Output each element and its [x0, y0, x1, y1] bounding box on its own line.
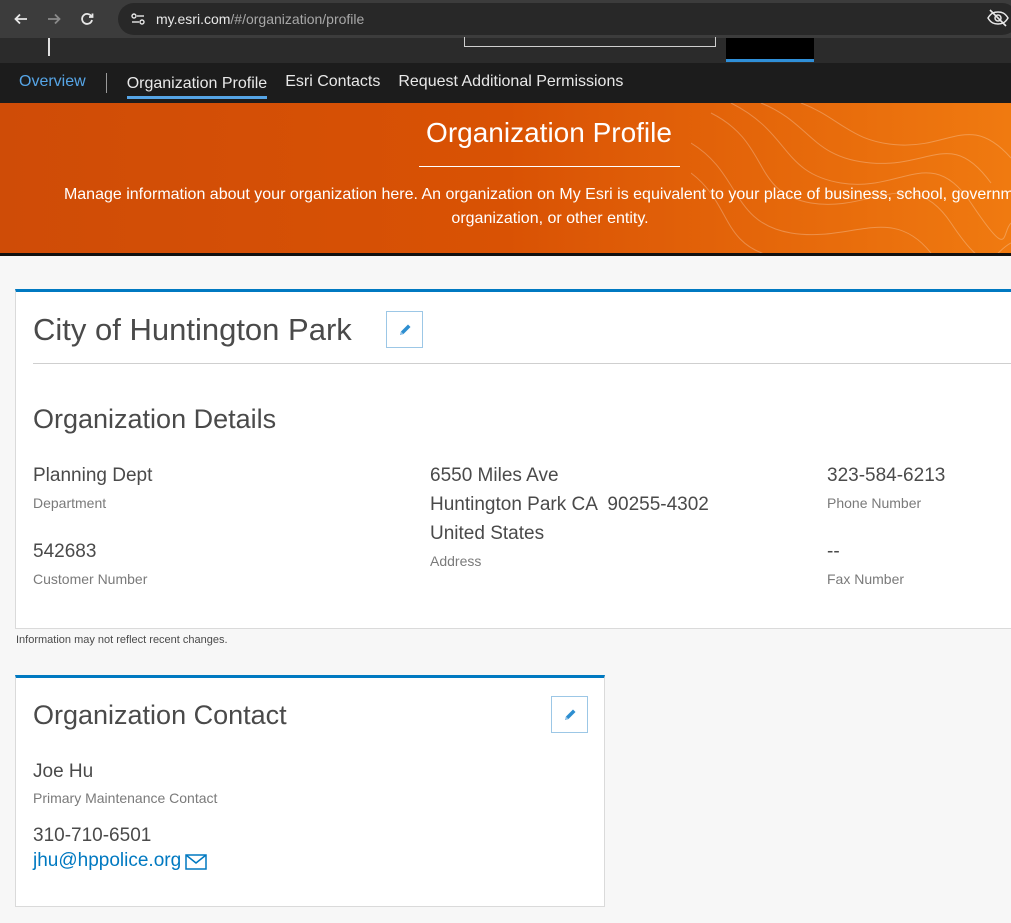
page-title: Organization Profile [426, 117, 672, 148]
organization-contact-title: Organization Contact [33, 700, 287, 730]
nav-organization-profile[interactable]: Organization Profile [126, 65, 268, 99]
contact-name: Joe Hu [33, 761, 94, 782]
mail-icon[interactable] [185, 854, 207, 870]
title-underline [419, 166, 680, 167]
page-description: Manage information about your organizati… [63, 186, 1011, 227]
fax-label: Fax Number [827, 571, 905, 587]
url-host: my.esri.com [156, 11, 231, 27]
site-settings-icon[interactable] [130, 11, 146, 27]
arrow-left-icon [14, 13, 27, 25]
browser-toolbar: my.esri.com/#/organization/profile [0, 0, 1011, 38]
nav-overview[interactable]: Overview [19, 63, 86, 103]
forward-button[interactable] [42, 7, 66, 31]
sub-navigation: Overview Organization Profile Esri Conta… [0, 63, 1011, 103]
contact-phone: 310-710-6501 [33, 825, 152, 846]
phone-value: 323-584-6213 [827, 465, 946, 486]
header-search-box[interactable] [464, 37, 716, 47]
phone-label: Phone Number [827, 495, 922, 511]
info-disclaimer: Information may not reflect recent chang… [16, 634, 228, 646]
fax-value: -- [827, 541, 840, 562]
organization-details-title: Organization Details [33, 404, 277, 434]
address-line1: 6550 Miles Ave [430, 465, 559, 486]
url-path: /#/organization/profile [230, 11, 365, 27]
address-label: Address [430, 553, 482, 569]
header-active-tab[interactable] [726, 38, 814, 62]
url-text: my.esri.com/#/organization/profile [156, 11, 364, 27]
organization-name: City of Huntington Park [33, 312, 352, 347]
contact-role: Primary Maintenance Contact [33, 790, 218, 806]
card-divider [33, 363, 1011, 364]
edit-contact-button[interactable] [551, 696, 588, 733]
nav-request-permissions[interactable]: Request Additional Permissions [398, 63, 623, 103]
contact-email[interactable]: jhu@hppolice.org [33, 850, 181, 872]
organization-contact-card: Organization Contact Joe Hu Primary Main… [15, 675, 605, 907]
address-line3: United States [430, 523, 545, 544]
customer-number-label: Customer Number [33, 571, 148, 587]
site-header-strip [0, 37, 1011, 63]
organization-card: City of Huntington Park Organization Det… [15, 289, 1011, 629]
pencil-icon [399, 324, 410, 335]
department-value: Planning Dept [33, 465, 153, 486]
contact-email-link[interactable]: jhu@hppolice.org [33, 850, 207, 872]
eye-off-icon[interactable] [987, 8, 1009, 28]
department-label: Department [33, 495, 107, 511]
address-line2: Huntington Park CA 90255-4302 [430, 494, 709, 515]
nav-separator [105, 73, 107, 93]
hero-banner: Organization Profile Manage information … [0, 103, 1011, 256]
pencil-icon [564, 709, 575, 720]
back-button[interactable] [9, 7, 33, 31]
reload-icon [81, 13, 94, 25]
header-divider [48, 38, 50, 56]
customer-number-value: 542683 [33, 541, 97, 562]
reload-button[interactable] [75, 7, 99, 31]
arrow-right-icon [48, 13, 61, 25]
address-bar[interactable]: my.esri.com/#/organization/profile [118, 3, 1011, 35]
edit-organization-button[interactable] [386, 311, 423, 348]
nav-esri-contacts[interactable]: Esri Contacts [285, 63, 380, 103]
